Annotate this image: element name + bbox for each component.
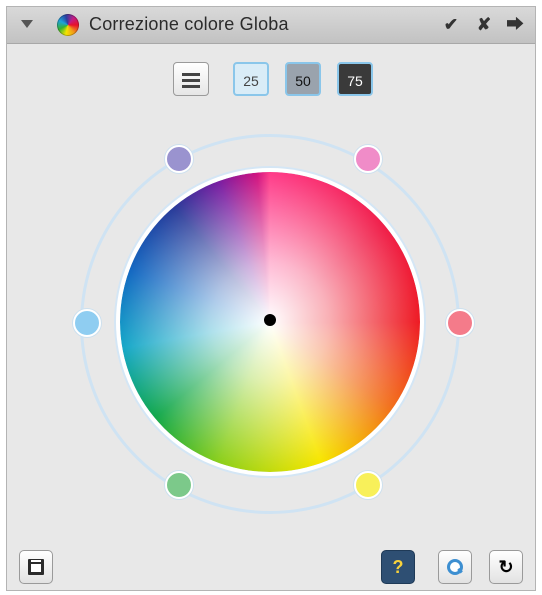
color-wheel-icon (57, 14, 79, 36)
detach-panel-icon[interactable]: ⮕ (503, 13, 527, 37)
color-picker-point[interactable] (264, 314, 276, 326)
close-x-icon[interactable]: ✘ (472, 13, 496, 37)
floppy-disk-icon (28, 559, 44, 575)
hue-handle-pink[interactable] (354, 145, 382, 173)
reset-button[interactable]: ↻ (489, 550, 523, 584)
hue-handle-blue[interactable] (73, 309, 101, 337)
bars-icon-line (182, 79, 200, 82)
hue-handle-green[interactable] (165, 471, 193, 499)
preset-25-button[interactable]: 25 (233, 62, 269, 96)
preset-75-button[interactable]: 75 (337, 62, 373, 96)
levels-toggle-button[interactable] (173, 62, 209, 96)
confirm-check-icon[interactable]: ✔ (439, 13, 463, 37)
save-button[interactable] (19, 550, 53, 584)
collapse-triangle-icon[interactable] (21, 20, 33, 28)
hue-handle-yellow[interactable] (354, 471, 382, 499)
preset-50-button[interactable]: 50 (285, 62, 321, 96)
bars-icon-line (182, 85, 200, 88)
help-button[interactable]: ? (381, 550, 415, 584)
panel-titlebar: Correzione colore Globa ✔ ✘ ⮕ (7, 7, 535, 44)
preview-button[interactable] (438, 550, 472, 584)
hue-handle-purple[interactable] (165, 145, 193, 173)
bars-icon (182, 73, 200, 76)
preview-magnifier-icon (447, 559, 463, 575)
panel-title: Correzione colore Globa (89, 14, 289, 34)
color-correction-panel: Correzione colore Globa ✔ ✘ ⮕ 25 50 75 ? (6, 6, 536, 591)
hue-handle-red[interactable] (446, 309, 474, 337)
